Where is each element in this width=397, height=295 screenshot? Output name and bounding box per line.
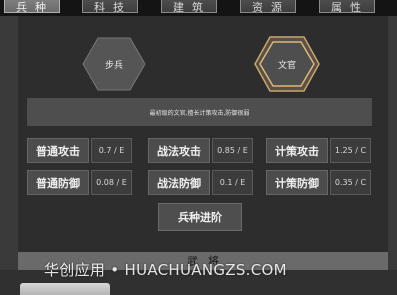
stat-strategy-defense: 计策防御 0.35 / C (266, 170, 371, 195)
stat-label: 计策攻击 (266, 138, 328, 163)
stat-label: 战法防御 (148, 170, 210, 195)
unit-strategist-label: 文官 (277, 60, 296, 71)
stat-value: 0.35 / C (330, 170, 371, 195)
stat-label: 普通攻击 (27, 138, 89, 163)
unit-infantry-button[interactable]: 步兵 (82, 37, 146, 91)
stat-value: 1.25 / C (330, 138, 371, 163)
stat-normal-defense: 普通防御 0.08 / E (27, 170, 132, 195)
tab-building[interactable]: 建筑 (161, 0, 217, 13)
stat-label: 计策防御 (266, 170, 328, 195)
unit-strategist-button[interactable]: 文官 (254, 36, 320, 92)
stat-tactic-defense: 战法防御 0.1 / E (148, 170, 253, 195)
stat-strategy-attack: 计策攻击 1.25 / C (266, 138, 371, 163)
tab-bar: 兵种 科技 建筑 资源 属性 (0, 0, 397, 16)
stat-value: 0.85 / E (212, 138, 253, 163)
game-screen: 兵种 科技 建筑 资源 属性 步兵 文官 最初级的文官,擅长计策攻击,防御很弱 … (0, 0, 397, 295)
stat-value: 0.1 / E (212, 170, 253, 195)
watermark: 华创应用 • HUACHUANGZS.COM (44, 261, 287, 279)
stat-value: 0.7 / E (91, 138, 132, 163)
stat-label: 战法攻击 (148, 138, 210, 163)
unit-description: 最初级的文官,擅长计策攻击,防御很弱 (27, 98, 372, 126)
stat-label: 普通防御 (27, 170, 89, 195)
stat-value: 0.08 / E (91, 170, 132, 195)
tab-unit-type[interactable]: 兵种 (4, 0, 60, 13)
tab-resource[interactable]: 资源 (240, 0, 296, 13)
tab-technology[interactable]: 科技 (82, 0, 138, 13)
unit-infantry-label: 步兵 (104, 60, 123, 71)
unit-advance-button[interactable]: 兵种进阶 (158, 203, 242, 231)
stat-normal-attack: 普通攻击 0.7 / E (27, 138, 132, 163)
general-portrait[interactable] (20, 283, 110, 295)
tab-attribute[interactable]: 属性 (319, 0, 375, 13)
stat-tactic-attack: 战法攻击 0.85 / E (148, 138, 253, 163)
